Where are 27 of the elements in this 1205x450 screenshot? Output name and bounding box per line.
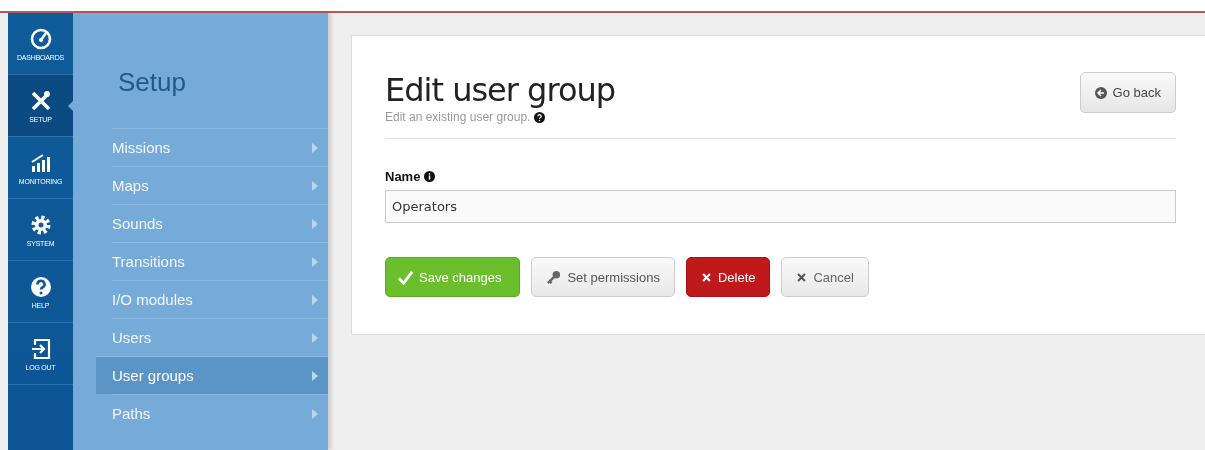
go-back-button[interactable]: Go back xyxy=(1079,72,1176,113)
caret-icon xyxy=(312,218,318,229)
permissions-button[interactable]: Set permissions xyxy=(531,257,675,297)
caret-icon xyxy=(312,294,318,305)
caret-icon xyxy=(312,332,318,343)
help-icon[interactable] xyxy=(534,111,546,123)
caret-icon xyxy=(312,408,318,419)
caret-icon xyxy=(312,256,318,267)
caret-icon xyxy=(312,180,318,191)
close-icon xyxy=(700,271,712,283)
caret-icon xyxy=(312,142,318,153)
cancel-button[interactable]: Cancel xyxy=(781,257,869,297)
caret-icon xyxy=(312,370,318,381)
page-title: Edit user group xyxy=(385,72,616,108)
key-icon xyxy=(546,269,562,285)
help-icon xyxy=(28,274,53,299)
menu-item[interactable]: User groups xyxy=(96,356,328,394)
gauge-icon xyxy=(28,26,53,51)
checkmark-icon xyxy=(398,269,413,285)
page-subtitle: Edit an existing user group. xyxy=(385,110,531,124)
close-icon xyxy=(796,271,808,283)
delete-button[interactable]: Delete xyxy=(685,257,771,297)
name-input-field[interactable]: Operators xyxy=(385,190,1176,223)
back-arrow-icon xyxy=(1094,86,1107,99)
field-label: Name xyxy=(385,169,421,184)
menu-title: Setup xyxy=(117,66,187,99)
info-icon[interactable] xyxy=(424,171,436,182)
